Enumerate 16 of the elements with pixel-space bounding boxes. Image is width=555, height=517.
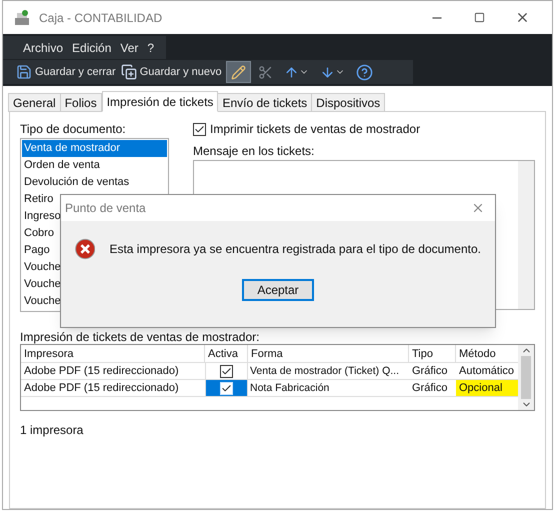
status-text: 1 impresora [20,422,84,439]
table-cell-text: Gráfico [411,381,448,396]
group-label: Impresión de tickets de ventas de mostrador: [20,329,260,344]
table-cell: Opcional [456,380,518,396]
field-label: Mensaje en los tickets: [193,143,316,160]
field-label: Tipo de documento: [20,121,127,138]
dialog-title: Punto de venta [65,200,146,217]
table-cell-text: Adobe PDF (15 redireccionado) [23,381,180,396]
table-cell-text: Nota Fabricación [249,381,330,396]
table-cell-text: Gráfico [411,364,448,379]
checkbox-label: Imprimir tickets de ventas de mostrador [210,121,420,138]
dialog-message: Esta impresora ya se encuentra registrada para el tipo de documento. [109,241,481,258]
table-cell-text: Adobe PDF (15 redireccionado) [23,364,180,379]
table-cell-text: Automático [458,364,516,379]
table-cell-text: Venta de mostrador (Ticket) Q... [249,364,400,379]
window-title: Caja - CONTABILIDAD [39,10,162,26]
